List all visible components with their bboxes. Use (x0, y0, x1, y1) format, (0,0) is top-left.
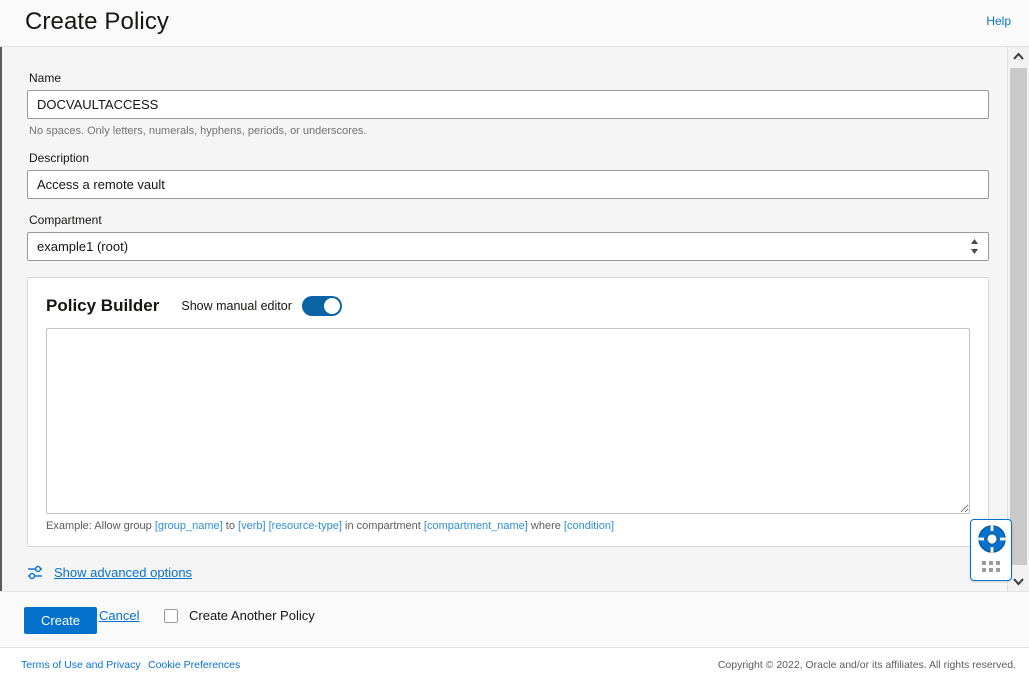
show-manual-editor-label: Show manual editor (181, 299, 291, 313)
life-preserver-icon (977, 524, 1007, 554)
example-mid1: to (223, 520, 238, 532)
create-another-policy-wrap[interactable]: Create Another Policy (164, 608, 315, 623)
terms-of-use-link[interactable]: Terms of Use and Privacy (21, 659, 141, 671)
page-footer: Terms of Use and Privacy Cookie Preferen… (0, 647, 1029, 678)
grip-dots-icon[interactable] (982, 561, 1002, 572)
sliders-icon (27, 565, 44, 580)
example-prefix: Example: Allow group (46, 520, 155, 532)
description-label: Description (29, 151, 989, 165)
example-token-verb: [verb] (238, 520, 266, 532)
policy-builder-title: Policy Builder (46, 296, 159, 316)
example-mid4: where (528, 520, 564, 532)
policy-builder-card: Policy Builder Show manual editor Exampl… (27, 277, 989, 547)
scroll-up-button[interactable] (1008, 47, 1029, 66)
page-title: Create Policy (25, 8, 169, 36)
help-widget[interactable] (970, 519, 1012, 581)
create-another-policy-checkbox[interactable] (164, 609, 178, 623)
dialog-body: Name No spaces. Only letters, numerals, … (0, 47, 1029, 591)
dialog-header: Create Policy Help (0, 0, 1029, 47)
compartment-select-wrap: example1 (root) (27, 232, 989, 261)
policy-form: Name No spaces. Only letters, numerals, … (2, 47, 1009, 591)
policy-builder-header: Policy Builder Show manual editor (46, 292, 972, 320)
spacer (27, 199, 989, 213)
create-another-policy-label[interactable]: Create Another Policy (189, 608, 315, 623)
compartment-label: Compartment (29, 213, 989, 227)
example-mid3: in compartment (342, 520, 424, 532)
name-hint: No spaces. Only letters, numerals, hyphe… (29, 125, 989, 137)
vertical-scrollbar[interactable] (1007, 47, 1029, 591)
example-token-group: [group_name] (155, 520, 223, 532)
name-input[interactable] (27, 90, 989, 119)
policy-editor-textarea[interactable] (46, 328, 970, 514)
example-token-resource-type: [resource-type] (269, 520, 342, 532)
example-token-condition: [condition] (564, 520, 614, 532)
help-link[interactable]: Help (986, 14, 1011, 28)
cancel-button[interactable]: Cancel (99, 608, 139, 623)
create-policy-dialog: Create Policy Help Name No spaces. Only … (0, 0, 1029, 678)
scrollbar-thumb[interactable] (1010, 68, 1027, 565)
show-manual-editor-toggle[interactable] (302, 296, 342, 316)
chevron-up-icon (1008, 47, 1029, 66)
copyright-text: Copyright © 2022, Oracle and/or its affi… (718, 659, 1016, 671)
cookie-preferences-link[interactable]: Cookie Preferences (148, 659, 240, 671)
policy-example-hint: Example: Allow group [group_name] to [ve… (46, 520, 972, 532)
show-advanced-options-link[interactable]: Show advanced options (54, 565, 192, 580)
example-token-compartment: [compartment_name] (424, 520, 528, 532)
name-label: Name (29, 71, 989, 85)
show-advanced-options-row[interactable]: Show advanced options (27, 565, 989, 580)
compartment-select[interactable]: example1 (root) (27, 232, 989, 261)
spacer (27, 137, 989, 151)
toggle-knob (324, 298, 340, 314)
dialog-action-bar: Create Cancel Create Another Policy (0, 591, 1029, 647)
create-button[interactable]: Create (24, 607, 97, 634)
description-input[interactable] (27, 170, 989, 199)
